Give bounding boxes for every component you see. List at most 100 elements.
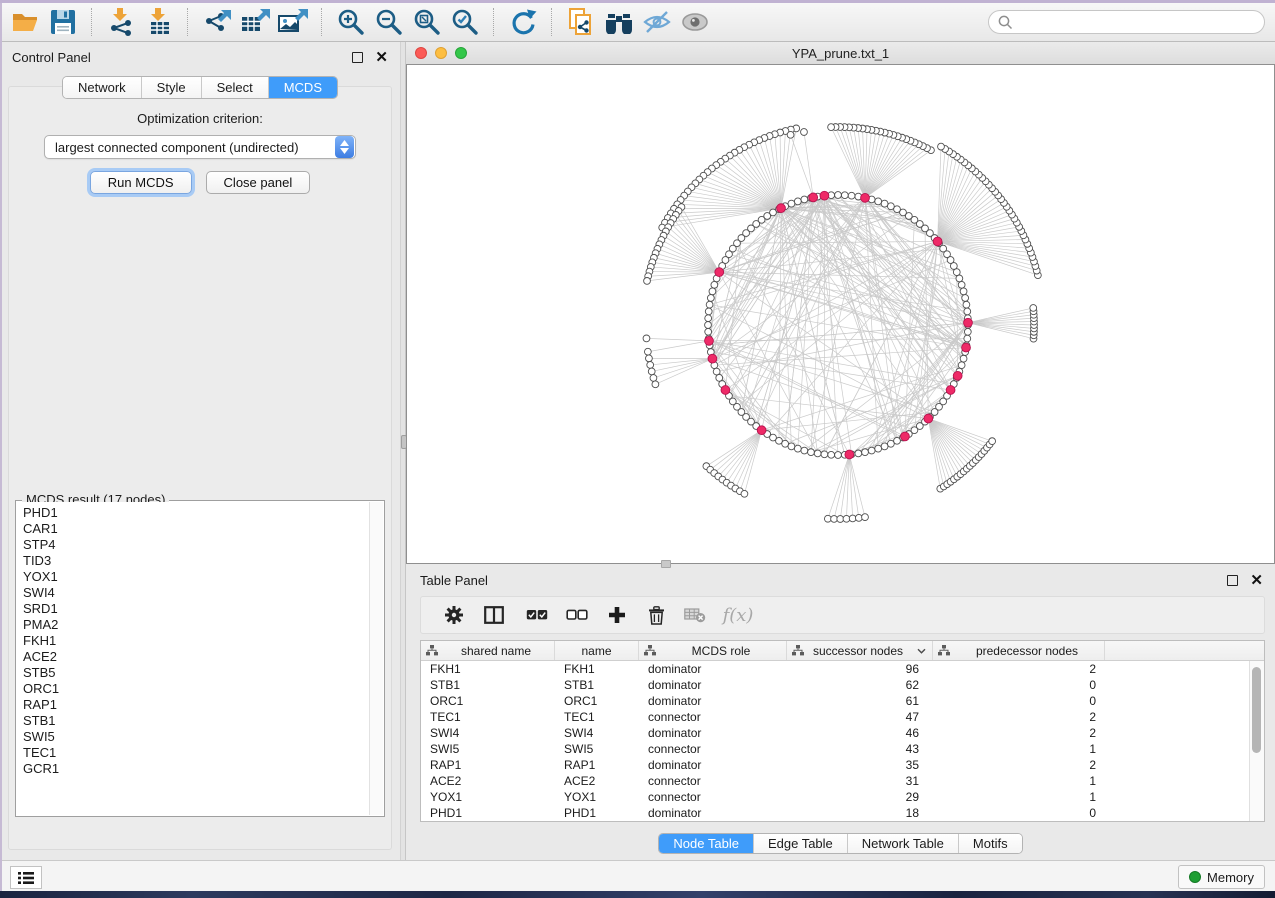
- delete-row-button[interactable]: [637, 600, 675, 630]
- table-cell[interactable]: ORC1: [555, 694, 639, 708]
- mcds-result-item[interactable]: YOX1: [23, 569, 370, 585]
- table-row[interactable]: ACE2ACE2connector311: [421, 773, 1264, 789]
- table-cell[interactable]: 0: [933, 678, 1105, 692]
- close-panel-button[interactable]: Close panel: [206, 171, 311, 194]
- zoom-in-button[interactable]: [332, 6, 370, 38]
- refresh-view-button[interactable]: [504, 6, 542, 38]
- tab-select[interactable]: Select: [202, 77, 269, 98]
- tab-mcds[interactable]: MCDS: [269, 77, 337, 98]
- search-input[interactable]: [1019, 14, 1255, 31]
- table-cell[interactable]: PHD1: [421, 806, 555, 820]
- tab-style[interactable]: Style: [142, 77, 202, 98]
- table-cell[interactable]: 1: [933, 774, 1105, 788]
- table-cell[interactable]: 47: [787, 710, 933, 724]
- table-cell[interactable]: SWI4: [421, 726, 555, 740]
- mcds-result-item[interactable]: STB1: [23, 713, 370, 729]
- table-cell[interactable]: 96: [787, 662, 933, 676]
- table-cell[interactable]: dominator: [639, 726, 787, 740]
- table-cell[interactable]: connector: [639, 742, 787, 756]
- float-table-panel-icon[interactable]: [1227, 575, 1238, 586]
- import-table-button[interactable]: [140, 6, 178, 38]
- table-cell[interactable]: ACE2: [421, 774, 555, 788]
- table-scrollbar[interactable]: [1249, 661, 1264, 821]
- mcds-result-item[interactable]: RAP1: [23, 697, 370, 713]
- zoom-fit-button[interactable]: [408, 6, 446, 38]
- export-image-button[interactable]: [274, 6, 312, 38]
- table-cell[interactable]: dominator: [639, 806, 787, 820]
- table-cell[interactable]: FKH1: [555, 662, 639, 676]
- horizontal-splitter-grip[interactable]: [661, 560, 671, 568]
- add-row-button[interactable]: [597, 600, 637, 630]
- close-panel-icon[interactable]: ✕: [375, 53, 388, 62]
- mcds-result-item[interactable]: PMA2: [23, 617, 370, 633]
- table-cell[interactable]: dominator: [639, 662, 787, 676]
- table-cell[interactable]: STB1: [421, 678, 555, 692]
- zoom-out-button[interactable]: [370, 6, 408, 38]
- float-panel-icon[interactable]: [352, 52, 363, 63]
- table-cell[interactable]: RAP1: [555, 758, 639, 772]
- network-window-titlebar[interactable]: YPA_prune.txt_1: [406, 42, 1275, 65]
- mcds-result-item[interactable]: ORC1: [23, 681, 370, 697]
- show-columns-button[interactable]: [471, 600, 517, 630]
- column-header-shared-name[interactable]: shared name: [421, 641, 555, 660]
- find-network-button[interactable]: [600, 6, 638, 38]
- tab-edge-table[interactable]: Edge Table: [754, 834, 848, 853]
- table-cell[interactable]: 2: [933, 710, 1105, 724]
- mcds-result-item[interactable]: SWI4: [23, 585, 370, 601]
- table-cell[interactable]: TEC1: [421, 710, 555, 724]
- show-all-button[interactable]: [676, 6, 714, 38]
- table-cell[interactable]: SWI5: [555, 742, 639, 756]
- table-cell[interactable]: dominator: [639, 694, 787, 708]
- network-graph[interactable]: [407, 65, 1274, 563]
- table-cell[interactable]: PHD1: [555, 806, 639, 820]
- tab-motifs[interactable]: Motifs: [959, 834, 1022, 853]
- mcds-result-item[interactable]: FKH1: [23, 633, 370, 649]
- tab-network-table[interactable]: Network Table: [848, 834, 959, 853]
- tab-network[interactable]: Network: [63, 77, 142, 98]
- column-header-name[interactable]: name: [555, 641, 639, 660]
- export-network-button[interactable]: [198, 6, 236, 38]
- table-cell[interactable]: YOX1: [421, 790, 555, 804]
- table-cell[interactable]: 43: [787, 742, 933, 756]
- mcds-result-item[interactable]: SRD1: [23, 601, 370, 617]
- import-network-button[interactable]: [102, 6, 140, 38]
- column-header-successor-nodes[interactable]: successor nodes: [787, 641, 933, 660]
- table-cell[interactable]: FKH1: [421, 662, 555, 676]
- table-cell[interactable]: ORC1: [421, 694, 555, 708]
- mcds-result-item[interactable]: GCR1: [23, 761, 370, 777]
- table-cell[interactable]: 0: [933, 694, 1105, 708]
- clone-network-button[interactable]: [562, 6, 600, 38]
- table-cell[interactable]: connector: [639, 710, 787, 724]
- table-cell[interactable]: ACE2: [555, 774, 639, 788]
- delete-table-button[interactable]: [675, 600, 715, 630]
- table-row[interactable]: SWI5SWI5connector431: [421, 741, 1264, 757]
- table-cell[interactable]: TEC1: [555, 710, 639, 724]
- memory-button[interactable]: Memory: [1178, 865, 1265, 889]
- network-search-field[interactable]: [988, 10, 1265, 34]
- table-cell[interactable]: 46: [787, 726, 933, 740]
- table-cell[interactable]: SWI4: [555, 726, 639, 740]
- table-row[interactable]: TEC1TEC1connector472: [421, 709, 1264, 725]
- mcds-result-item[interactable]: SWI5: [23, 729, 370, 745]
- table-cell[interactable]: STB1: [555, 678, 639, 692]
- zoom-selected-button[interactable]: [446, 6, 484, 38]
- table-scrollbar-thumb[interactable]: [1252, 667, 1261, 753]
- table-cell[interactable]: RAP1: [421, 758, 555, 772]
- mcds-result-item[interactable]: STP4: [23, 537, 370, 553]
- table-row[interactable]: YOX1YOX1connector291: [421, 789, 1264, 805]
- table-cell[interactable]: 62: [787, 678, 933, 692]
- tab-node-table[interactable]: Node Table: [659, 834, 754, 853]
- open-file-button[interactable]: [6, 6, 44, 38]
- table-cell[interactable]: dominator: [639, 758, 787, 772]
- mcds-result-item[interactable]: CAR1: [23, 521, 370, 537]
- table-cell[interactable]: 2: [933, 726, 1105, 740]
- table-cell[interactable]: 1: [933, 742, 1105, 756]
- table-cell[interactable]: 61: [787, 694, 933, 708]
- mcds-result-item[interactable]: TEC1: [23, 745, 370, 761]
- save-session-button[interactable]: [44, 6, 82, 38]
- table-row[interactable]: SWI4SWI4dominator462: [421, 725, 1264, 741]
- network-canvas[interactable]: [406, 64, 1275, 564]
- table-row[interactable]: STB1STB1dominator620: [421, 677, 1264, 693]
- table-cell[interactable]: 2: [933, 662, 1105, 676]
- function-builder-button[interactable]: f(x): [715, 600, 761, 630]
